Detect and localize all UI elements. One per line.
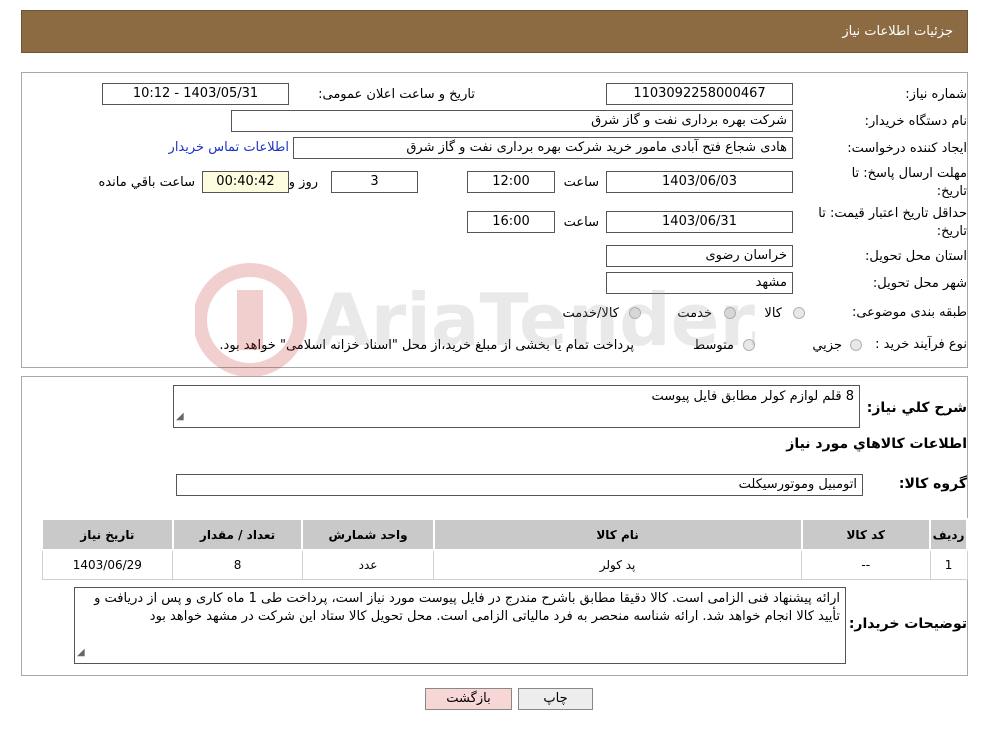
validity-time-word: ساعت [563, 215, 599, 230]
items-table-header: رديف کد کالا نام کالا واحد شمارش تعداد /… [41, 518, 968, 551]
buyer-org-field: شرکت بهره برداری نفت و گاز شرق [231, 110, 793, 132]
buyer-notes-label: توضیحات خریدار: [848, 616, 967, 632]
process-label: نوع فرآیند خرید : [875, 337, 967, 352]
buyer-contact-link[interactable]: اطلاعات تماس خریدار [169, 140, 289, 155]
back-button[interactable]: بازگشت [425, 688, 512, 710]
validity-date-field: 1403/06/31 [606, 211, 793, 233]
cell-code: -- [801, 549, 931, 580]
cell-quantity: 8 [172, 549, 303, 580]
col-name: نام کالا [432, 518, 803, 551]
items-table: رديف کد کالا نام کالا واحد شمارش تعداد /… [41, 518, 968, 580]
need-number-label: شماره نیاز: [905, 87, 967, 102]
resize-grip-icon[interactable]: ◢ [77, 644, 85, 662]
cell-need-date: 1403/06/29 [41, 549, 174, 580]
cell-unit: عدد [301, 549, 435, 580]
deadline-label: مهلت ارسال پاسخ: تا [851, 166, 967, 181]
validity-time-field: 16:00 [467, 211, 555, 233]
announce-label: تاریخ و ساعت اعلان عمومی: [318, 87, 475, 102]
svg-text:AriaTender.neT: AriaTender.neT [315, 278, 755, 362]
col-row: رديف [929, 518, 968, 551]
city-label: شهر محل تحویل: [872, 276, 967, 291]
cell-name: پد کولر [433, 549, 802, 580]
col-need-date: تاریخ نیاز [41, 518, 174, 551]
remaining-time-word: ساعت باقي مانده [98, 175, 195, 190]
category-radio-goods[interactable] [793, 307, 805, 319]
print-button[interactable]: چاپ [518, 688, 593, 710]
buyer-notes-text: ارائه پیشنهاد فنی الزامی است. کالا دقیقا… [94, 591, 840, 624]
province-label: استان محل تحویل: [865, 249, 967, 264]
items-section-title: اطلاعات کالاهاي مورد نياز [786, 436, 967, 452]
days-word: روز و [288, 175, 318, 190]
validity-label-date: تاریخ: [936, 224, 967, 239]
creator-field: هادی شجاع فتح آبادی مامور خرید شرکت بهره… [293, 137, 793, 159]
buyer-org-label: نام دستگاه خریدار: [864, 114, 967, 129]
page-title: جزئیات اطلاعات نیاز [842, 24, 953, 39]
remaining-time-field: 00:40:42 [202, 171, 289, 193]
page-header: جزئیات اطلاعات نیاز [21, 10, 968, 53]
cell-row: 1 [929, 549, 968, 580]
resize-grip-icon[interactable]: ◢ [176, 408, 184, 426]
creator-label: ایجاد کننده درخواست: [847, 141, 967, 156]
category-label: طبقه بندی موضوعی: [851, 305, 967, 320]
ariatender-watermark-logo: AriaTender.neT [195, 263, 755, 377]
need-number-field: 1103092258000467 [606, 83, 793, 105]
deadline-date-field: 1403/06/03 [606, 171, 793, 193]
col-quantity: تعداد / مقدار [171, 518, 304, 551]
group-label: گروه کالا: [898, 476, 967, 492]
deadline-label-date: تاریخ: [936, 184, 967, 199]
deadline-time-field: 12:00 [467, 171, 555, 193]
deadline-time-word: ساعت [563, 175, 599, 190]
buyer-notes-textarea: ارائه پیشنهاد فنی الزامی است. کالا دقیقا… [74, 587, 846, 664]
col-unit: واحد شمارش [301, 518, 435, 551]
col-code: کد کالا [800, 518, 932, 551]
process-radio-minor[interactable] [850, 339, 862, 351]
announce-datetime-field: 1403/05/31 - 10:12 [102, 83, 289, 105]
summary-label: شرح کلي نياز: [866, 400, 967, 416]
process-option-minor: جزيي [812, 338, 842, 353]
summary-text: 8 قلم لوازم کولر مطابق فایل پیوست [651, 389, 854, 404]
category-option-goods: کالا [764, 306, 782, 321]
summary-textarea: 8 قلم لوازم کولر مطابق فایل پیوست ◢ [173, 385, 860, 428]
days-field: 3 [331, 171, 418, 193]
validity-label: حداقل تاریخ اعتبار قیمت: تا [818, 206, 967, 221]
group-field: اتومبیل وموتورسیکلت [176, 474, 863, 496]
table-row: 1 -- پد کولر عدد 8 1403/06/29 [41, 549, 968, 580]
